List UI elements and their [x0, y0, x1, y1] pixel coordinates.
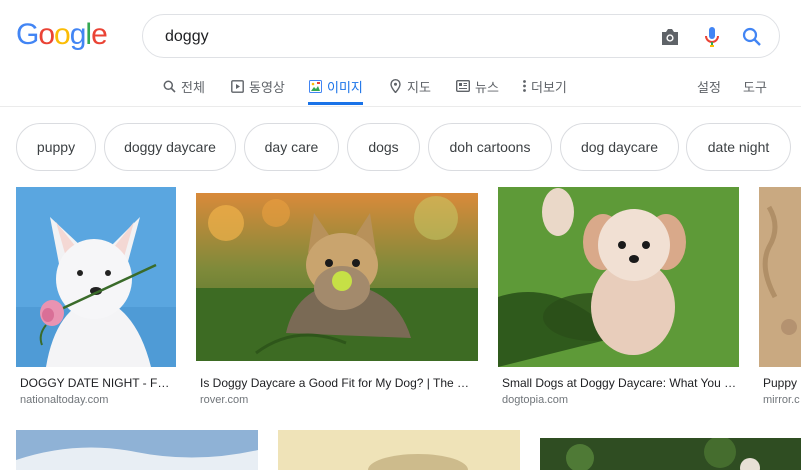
- search-tabs: 전체 동영상 이미지 지도 뉴스 더보기 설정 도구: [0, 68, 801, 107]
- microphone-icon[interactable]: [701, 26, 723, 48]
- image-icon: [308, 79, 322, 93]
- tab-label: 동영상: [249, 79, 285, 95]
- image-result[interactable]: DOGGY DATE NIGHT - Feb… nationaltoday.co…: [16, 187, 176, 412]
- chip-day-care[interactable]: day care: [244, 123, 339, 171]
- result-thumbnail[interactable]: [540, 438, 801, 470]
- map-pin-icon: [388, 79, 402, 93]
- result-source: mirror.c…: [763, 394, 801, 406]
- tab-images[interactable]: 이미지: [308, 68, 363, 105]
- result-thumbnail[interactable]: [498, 187, 739, 367]
- tab-more[interactable]: 더보기: [522, 68, 567, 104]
- search-bar: [142, 14, 780, 58]
- result-source: rover.com: [200, 394, 249, 406]
- result-source: dogtopia.com: [502, 394, 569, 406]
- search-icon: [162, 79, 176, 93]
- tab-label: 이미지: [327, 79, 363, 95]
- result-thumbnail[interactable]: [196, 193, 478, 361]
- result-title[interactable]: DOGGY DATE NIGHT - Feb…: [20, 376, 176, 390]
- result-thumbnail[interactable]: [16, 187, 176, 367]
- image-result[interactable]: Is Doggy Daycare a Good Fit for My Dog? …: [196, 187, 478, 412]
- chip-doggy-daycare[interactable]: doggy daycare: [104, 123, 236, 171]
- chip-doh-cartoons[interactable]: doh cartoons: [428, 123, 552, 171]
- tab-label: 뉴스: [475, 79, 499, 95]
- result-thumbnail[interactable]: [278, 430, 520, 470]
- result-thumbnail[interactable]: [759, 187, 801, 367]
- result-title[interactable]: Is Doggy Daycare a Good Fit for My Dog? …: [200, 376, 476, 390]
- result-thumbnail[interactable]: [16, 430, 258, 470]
- image-result[interactable]: Puppy … mirror.c…: [759, 187, 801, 412]
- image-result[interactable]: [540, 438, 801, 470]
- tab-maps[interactable]: 지도: [388, 68, 431, 104]
- camera-icon[interactable]: [659, 26, 681, 48]
- search-input[interactable]: [163, 25, 647, 49]
- result-title[interactable]: Small Dogs at Doggy Daycare: What You …: [502, 376, 737, 390]
- image-result[interactable]: Small Dogs at Doggy Daycare: What You … …: [498, 187, 739, 412]
- result-source: nationaltoday.com: [20, 394, 109, 406]
- tab-label: 더보기: [531, 79, 567, 95]
- news-icon: [456, 79, 470, 93]
- tab-news[interactable]: 뉴스: [456, 68, 499, 104]
- video-icon: [230, 79, 244, 93]
- tab-label: 지도: [407, 79, 431, 95]
- more-vert-icon: [522, 79, 526, 93]
- tab-videos[interactable]: 동영상: [230, 68, 285, 104]
- tab-all[interactable]: 전체: [162, 68, 205, 104]
- image-result[interactable]: [16, 430, 258, 470]
- chip-puppy[interactable]: puppy: [16, 123, 96, 171]
- chip-dogs[interactable]: dogs: [347, 123, 420, 171]
- chip-dog-daycare[interactable]: dog daycare: [560, 123, 679, 171]
- chip-date-night[interactable]: date night: [686, 123, 791, 171]
- settings-link[interactable]: 설정: [697, 68, 721, 104]
- google-logo[interactable]: Google: [16, 18, 108, 52]
- tools-link[interactable]: 도구: [743, 68, 767, 104]
- image-result[interactable]: [278, 430, 520, 470]
- search-icon[interactable]: [741, 26, 763, 48]
- tab-label: 전체: [181, 79, 205, 95]
- result-title[interactable]: Puppy …: [763, 376, 801, 390]
